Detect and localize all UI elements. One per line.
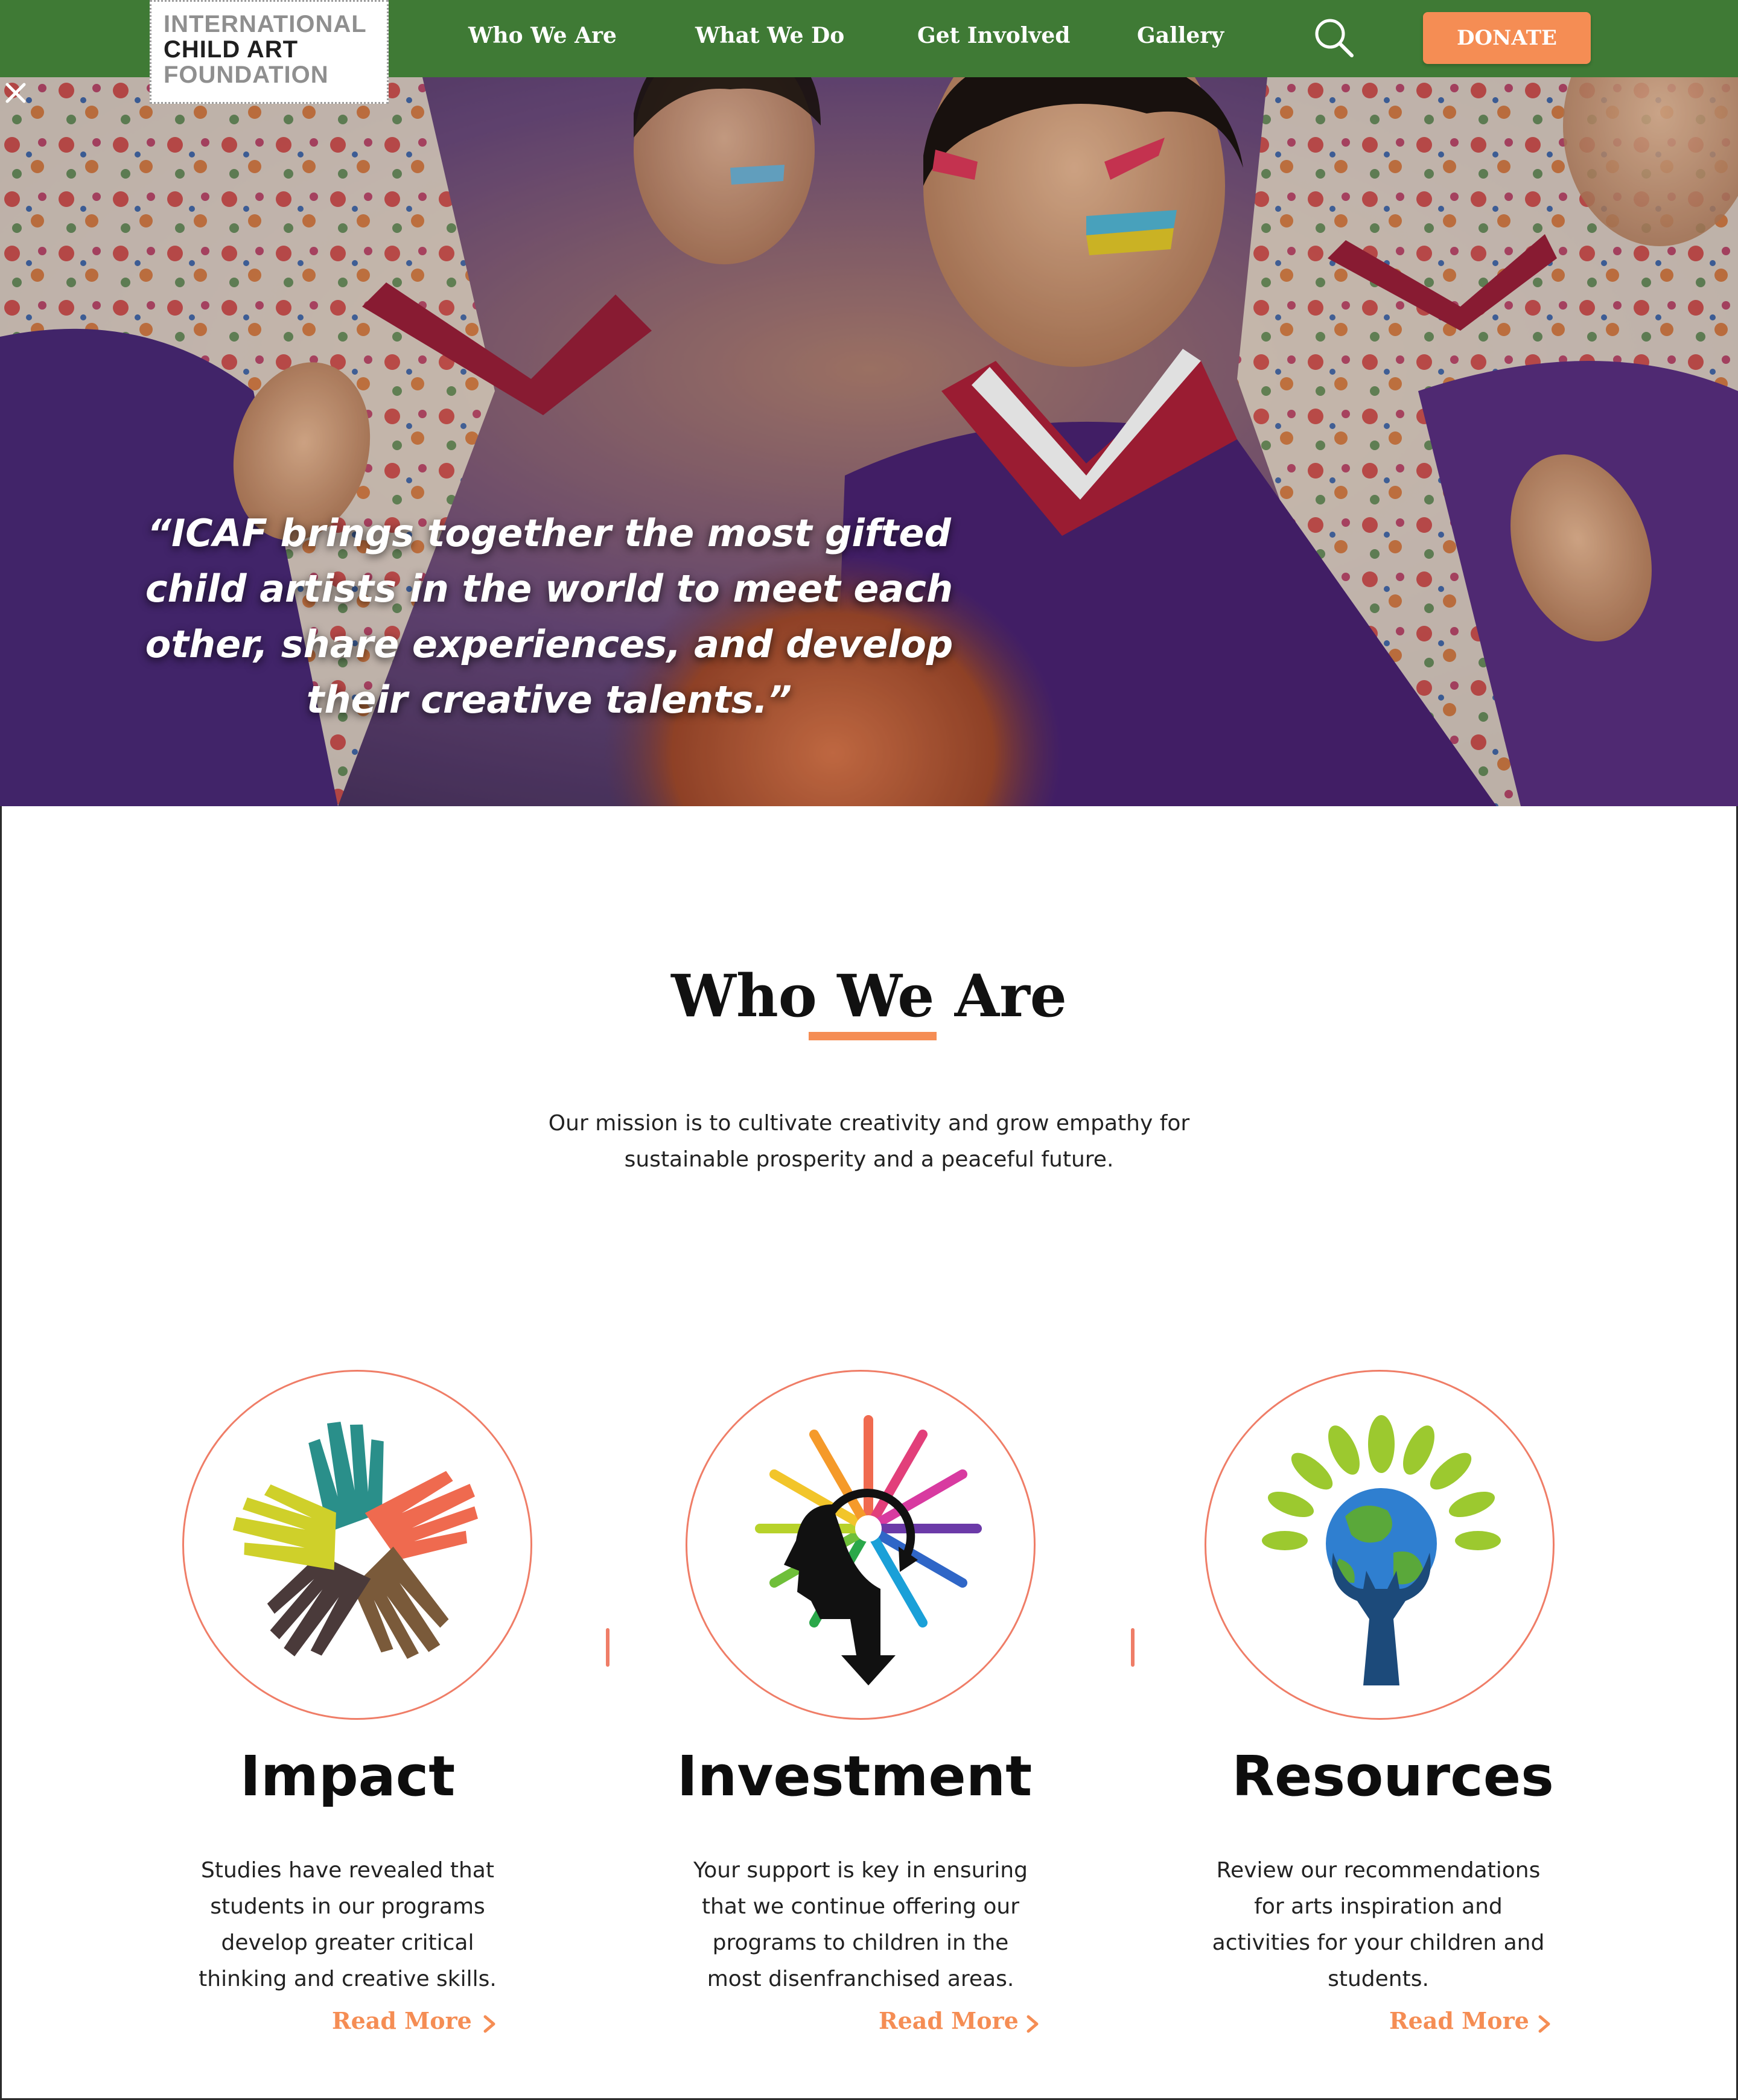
investment-description: Your support is key in ensuring that we …: [693, 1858, 1028, 1991]
investment-circle[interactable]: [686, 1370, 1036, 1720]
resources-description: Review our recommendations for arts insp…: [1212, 1858, 1545, 1991]
chevron-right-icon[interactable]: [479, 2012, 500, 2036]
resources-read-more-link[interactable]: Read More: [1389, 2007, 1529, 2034]
close-icon[interactable]: [0, 77, 31, 109]
title-underline: [809, 1032, 937, 1040]
card-divider: [1131, 1628, 1135, 1667]
mission-statement: Our mission is to cultivate creativity a…: [548, 1111, 1190, 1172]
site-logo[interactable]: INTERNATIONAL CHILD ART FOUNDATION: [150, 0, 389, 104]
logo-line-child-art: CHILD ART: [164, 36, 299, 63]
globe-tree-icon: [1262, 1415, 1501, 1685]
resources-circle[interactable]: [1205, 1370, 1555, 1720]
logo-line-foundation: FOUNDATION: [164, 62, 329, 88]
impact-description: Studies have revealed that students in o…: [199, 1858, 497, 1991]
nav-gallery[interactable]: Gallery: [1137, 23, 1224, 48]
resources-title: Resources: [1232, 1744, 1554, 1809]
creative-head-icon: [755, 1415, 982, 1685]
nav-get-involved[interactable]: Get Involved: [917, 23, 1070, 48]
nav-who-we-are[interactable]: Who We Are: [468, 23, 617, 48]
investment-title: Investment: [676, 1744, 1033, 1809]
section-title-who-we-are: Who We Are: [671, 962, 1067, 1030]
card-divider: [606, 1628, 610, 1667]
hero-quote: “ICAF brings together the most gifted ch…: [145, 511, 953, 722]
logo-line-international: INTERNATIONAL: [164, 11, 367, 37]
chevron-right-icon[interactable]: [1534, 2012, 1555, 2036]
investment-read-more-link[interactable]: Read More: [879, 2007, 1019, 2034]
nav-what-we-do[interactable]: What We Do: [695, 23, 844, 48]
impact-circle[interactable]: [182, 1370, 532, 1720]
hands-icon: [232, 1421, 479, 1659]
chevron-right-icon[interactable]: [1022, 2012, 1043, 2036]
donate-button[interactable]: DONATE: [1423, 12, 1591, 64]
impact-title: Impact: [240, 1744, 456, 1809]
search-icon[interactable]: [1312, 16, 1355, 59]
hero-banner: “ICAF brings together the most gifted ch…: [0, 77, 1738, 806]
impact-read-more-link[interactable]: Read More: [332, 2007, 472, 2034]
